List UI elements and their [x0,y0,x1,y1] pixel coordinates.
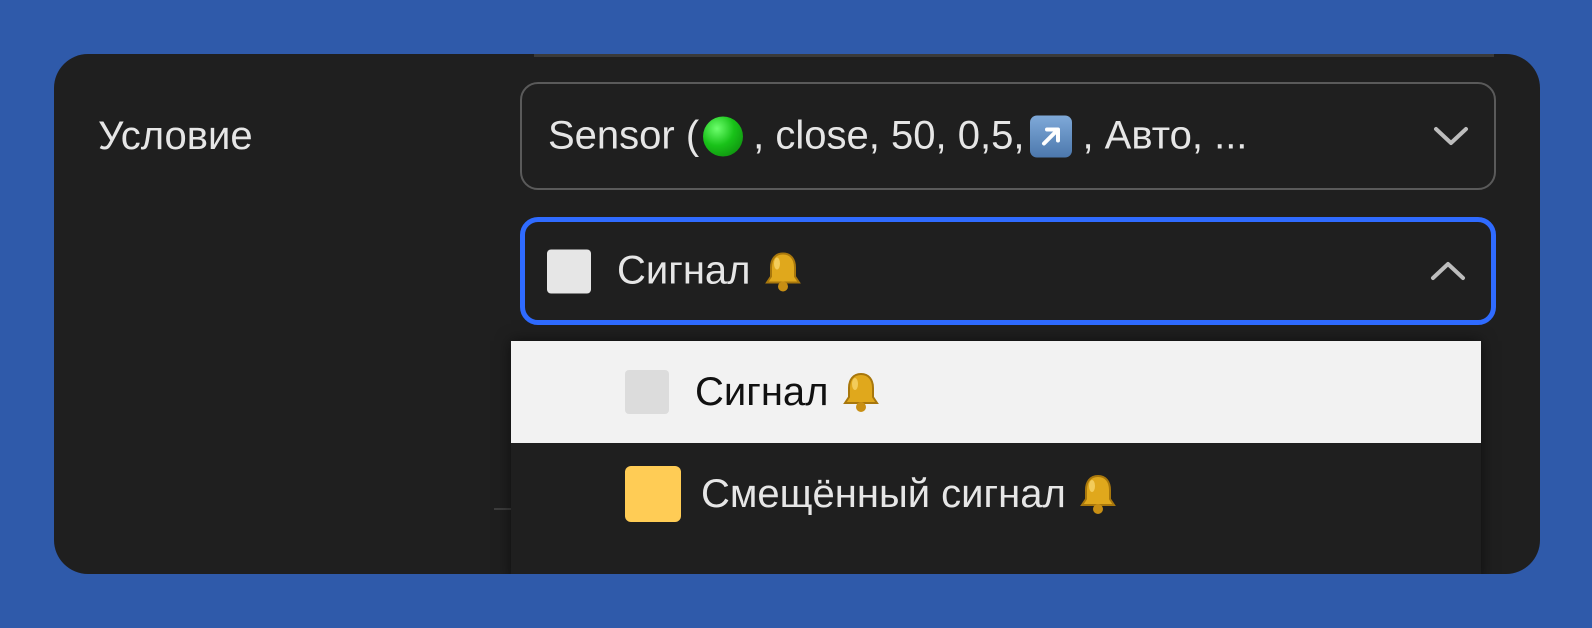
option-color-swatch [625,466,681,522]
dropdown-option-signal[interactable]: Сигнал [511,341,1481,443]
signal-dropdown-menu: Сигнал Смещённый сигнал [511,341,1481,574]
arrow-up-right-icon [1030,115,1073,157]
signal-select-label: Сигнал [617,248,751,293]
alert-settings-panel: Условие Sensor ( , close, 50, 0,5, , Авт… [54,54,1540,574]
divider [494,508,512,510]
bell-icon [764,251,801,291]
condition-value-middle: , close, 50, 0,5, [753,113,1025,158]
condition-label: Условие [98,114,253,158]
green-status-dot-icon [703,116,744,156]
condition-value-prefix: Sensor ( [548,113,700,158]
condition-select-value: Sensor ( , close, 50, 0,5, , Авто, ... [548,114,1247,159]
signal-select[interactable]: Сигнал [520,217,1496,325]
chevron-up-icon[interactable] [1429,259,1467,283]
bell-icon [842,372,879,412]
option-label: Сигнал [695,369,829,414]
chevron-down-icon[interactable] [1432,124,1470,148]
option-color-swatch [625,370,669,414]
condition-value-suffix: , Авто, ... [1082,113,1248,158]
scroll-edge [534,54,1494,57]
option-label: Смещённый сигнал [701,471,1066,516]
dropdown-option-offset-signal[interactable]: Смещённый сигнал [511,443,1481,545]
bell-icon [1079,474,1116,514]
signal-select-value: Сигнал [547,249,803,294]
signal-color-swatch [547,249,591,293]
condition-select[interactable]: Sensor ( , close, 50, 0,5, , Авто, ... [520,82,1496,190]
